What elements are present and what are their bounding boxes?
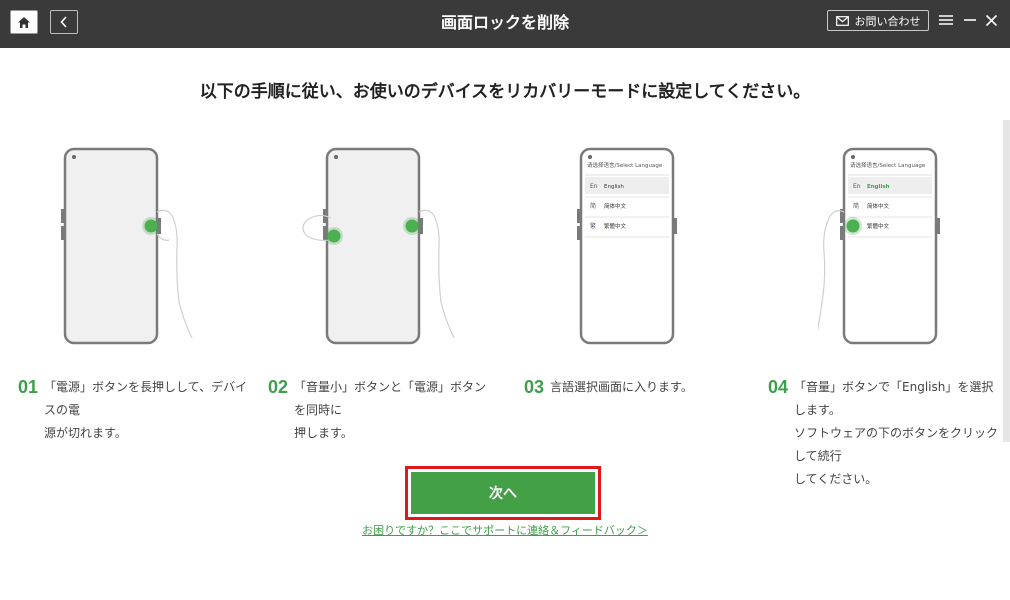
lang-option-zhs: 简体中文 (604, 202, 627, 210)
step-line: してください。 (794, 472, 878, 486)
step-description: 「電源」ボタンを長押しして、デバイスの電 源が切れます。 (44, 376, 248, 445)
step-description: 言語選択画面に入ります。 (550, 376, 693, 399)
step-line: 言語選択画面に入ります。 (550, 380, 693, 394)
step-number: 02 (268, 377, 289, 397)
close-icon (985, 14, 997, 26)
home-icon (18, 16, 30, 28)
step-number: 03 (524, 377, 545, 397)
step-line: 「音量」ボタンで「English」を選択します。 (794, 380, 994, 417)
lang-code-zht: 繁 (590, 222, 596, 230)
lang-option-en: English (604, 184, 624, 190)
step-number: 01 (18, 377, 39, 397)
contact-button[interactable]: お問い合わせ (827, 10, 929, 31)
step-4-illustration: 请选择语言/Select Language En English 简 简体中文 … (815, 142, 978, 352)
lang-option-zht: 繁體中文 (604, 222, 627, 230)
back-icon (60, 16, 67, 28)
step-2: 02 「音量小」ボタンと「電源」ボタンを同時に 押します。 (268, 376, 498, 445)
step-1: 01 「電源」ボタンを長押しして、デバイスの電 源が切れます。 (18, 376, 248, 445)
home-button[interactable] (10, 10, 38, 34)
step-line: 「電源」ボタンを長押しして、デバイスの電 (44, 380, 248, 417)
step-description: 「音量小」ボタンと「電源」ボタンを同時に 押します。 (294, 376, 498, 445)
step-2-illustration (301, 142, 461, 352)
lang-option-zht-4: 繁體中文 (867, 222, 890, 230)
menu-button[interactable] (936, 9, 956, 31)
lang-header-text: 请选择语言/Select Language (587, 161, 663, 169)
next-button-highlight: 次へ (405, 466, 601, 520)
step-line: 源が切れます。 (44, 426, 127, 440)
close-button[interactable] (981, 9, 1001, 31)
back-button[interactable] (50, 10, 78, 34)
lang-code-zhs: 简 (590, 202, 596, 210)
lang-code-zhs-4: 简 (853, 202, 859, 210)
step-description: 「音量」ボタンで「English」を選択します。 ソフトウェアの下のボタンをクリ… (794, 376, 1000, 491)
next-button[interactable]: 次へ (411, 472, 595, 514)
step-number: 04 (768, 377, 789, 397)
step-line: ソフトウェアの下のボタンをクリックして続行 (794, 426, 999, 463)
lang-header-text-4: 请选择语言/Select Language (850, 161, 926, 169)
scrollbar[interactable] (1003, 120, 1010, 442)
minimize-button[interactable] (960, 9, 980, 31)
lang-code-en-4: En (853, 183, 861, 190)
mail-icon (835, 15, 849, 26)
menu-icon (939, 15, 953, 25)
lang-option-zhs-4: 简体中文 (867, 202, 890, 210)
help-link[interactable]: お困りですか？ここでサポートに連絡＆フィードバック＞ (0, 522, 1010, 538)
contact-label: お問い合わせ (854, 14, 921, 28)
step-1-illustration (39, 142, 199, 352)
step-line: 押します。 (294, 426, 353, 440)
step-line: 「音量小」ボタンと「電源」ボタンを同時に (294, 380, 487, 417)
minimize-icon (964, 19, 976, 21)
lang-option-en-selected: English (867, 184, 890, 190)
lang-code-en: En (590, 183, 598, 190)
step-3: 03 言語選択画面に入ります。 (524, 376, 744, 399)
title-bar: 画面ロックを削除 お問い合わせ (0, 0, 1010, 48)
step-3-illustration: 请选择语言/Select Language En English 简 简体中文 … (555, 142, 715, 352)
page-headline: 以下の手順に従い、お使いのデバイスをリカバリーモードに設定してください。 (199, 82, 811, 102)
step-4: 04 「音量」ボタンで「English」を選択します。 ソフトウェアの下のボタン… (768, 376, 1000, 491)
